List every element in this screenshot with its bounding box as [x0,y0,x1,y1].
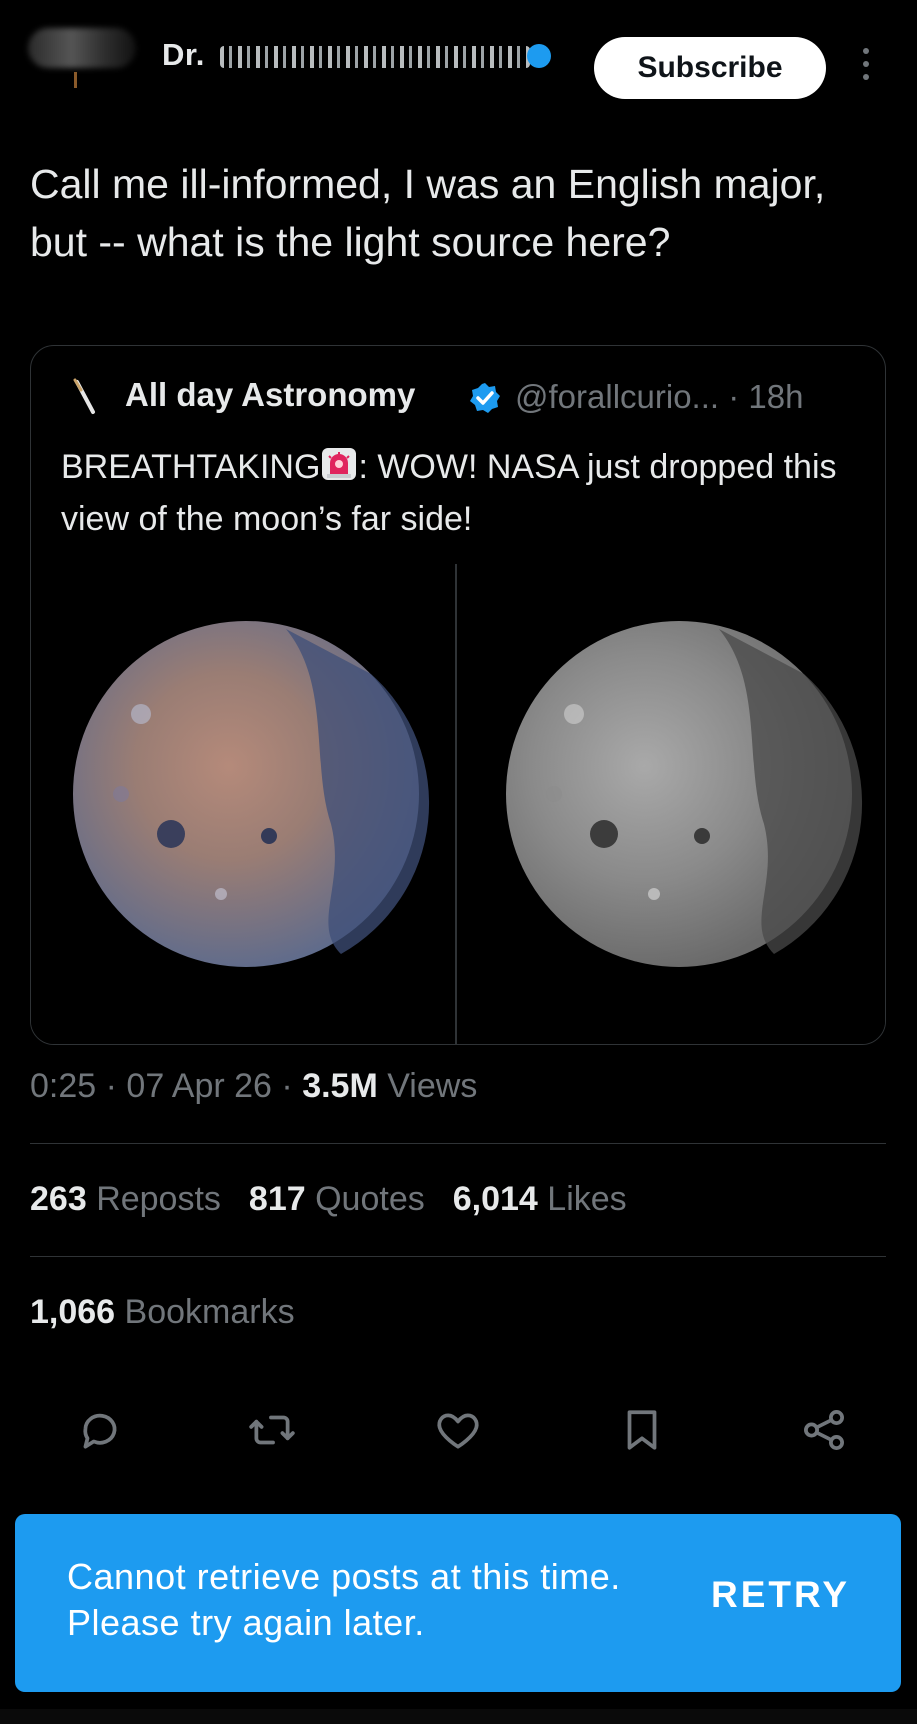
avatar[interactable] [28,28,136,68]
reposts-label: Reposts [96,1180,221,1218]
quotes-count: 817 [248,1180,306,1218]
share-icon [803,1409,845,1451]
bookmark-button[interactable] [612,1400,672,1460]
quotes-stat[interactable]: 817 Quotes [249,1180,425,1218]
likes-stat[interactable]: 6,014 Likes [453,1180,627,1218]
heart-icon [437,1413,479,1449]
media-divider [455,564,457,1044]
retry-button[interactable]: RETRY [711,1574,850,1616]
quoted-text-start: BREATHTAKING [61,448,321,486]
likes-count: 6,014 [452,1180,538,1218]
quoted-author-handle[interactable]: @forallcurio... [515,378,719,415]
verified-badge-icon [527,44,551,68]
quoted-author-name[interactable]: All day Astronomy [125,376,415,414]
author-name-redacted [220,46,530,68]
subscribe-button[interactable]: Subscribe [594,37,826,99]
views-label: Views [387,1067,478,1105]
post-date: 07 Apr 26 [126,1067,272,1105]
action-bar [0,1400,917,1460]
bookmarks-label: Bookmarks [124,1293,295,1331]
divider [30,1256,886,1257]
post-meta: 0:25 · 07 Apr 26 · 3.5M Views [30,1067,478,1105]
reply-button[interactable] [70,1400,130,1460]
reposts-stat[interactable]: 263 Reposts [30,1180,221,1218]
more-options-icon[interactable] [856,48,876,92]
share-button[interactable] [794,1400,854,1460]
bottom-strip [0,1709,917,1724]
quoted-avatar-icon [73,378,95,414]
divider [30,1143,886,1144]
bookmarks-count: 1,066 [30,1293,116,1331]
quoted-post-card[interactable]: All day Astronomy @forallcurio... · 18h … [30,345,886,1045]
reposts-count: 263 [30,1180,87,1218]
post-text: Call me ill-informed, I was an English m… [30,161,826,265]
quotes-label: Quotes [315,1180,425,1218]
like-button[interactable] [428,1400,488,1460]
reply-icon [83,1413,117,1449]
error-message: Cannot retrieve posts at this time. Plea… [67,1556,621,1643]
quoted-post-text: BREATHTAKING : WOW! NASA just dropped th… [61,441,851,545]
quoted-post-age: · 18h [728,378,804,415]
siren-emoji-icon [322,448,357,480]
bookmarks-stat[interactable]: 1,066 Bookmarks [30,1293,295,1332]
error-toast: Cannot retrieve posts at this time. Plea… [15,1514,901,1692]
repost-button[interactable] [242,1400,302,1460]
avatar-decoration [74,72,77,88]
moon-images[interactable] [31,564,885,1044]
repost-icon [249,1415,295,1445]
views-count: 3.5M [302,1067,378,1105]
bookmark-icon [627,1410,657,1450]
verified-badge-icon [470,383,500,413]
likes-label: Likes [547,1180,627,1218]
engagement-stats: 263 Reposts 817 Quotes 6,014 Likes [30,1180,627,1219]
author-name[interactable]: Dr. [162,37,205,73]
post-time: 0:25 [30,1067,97,1105]
